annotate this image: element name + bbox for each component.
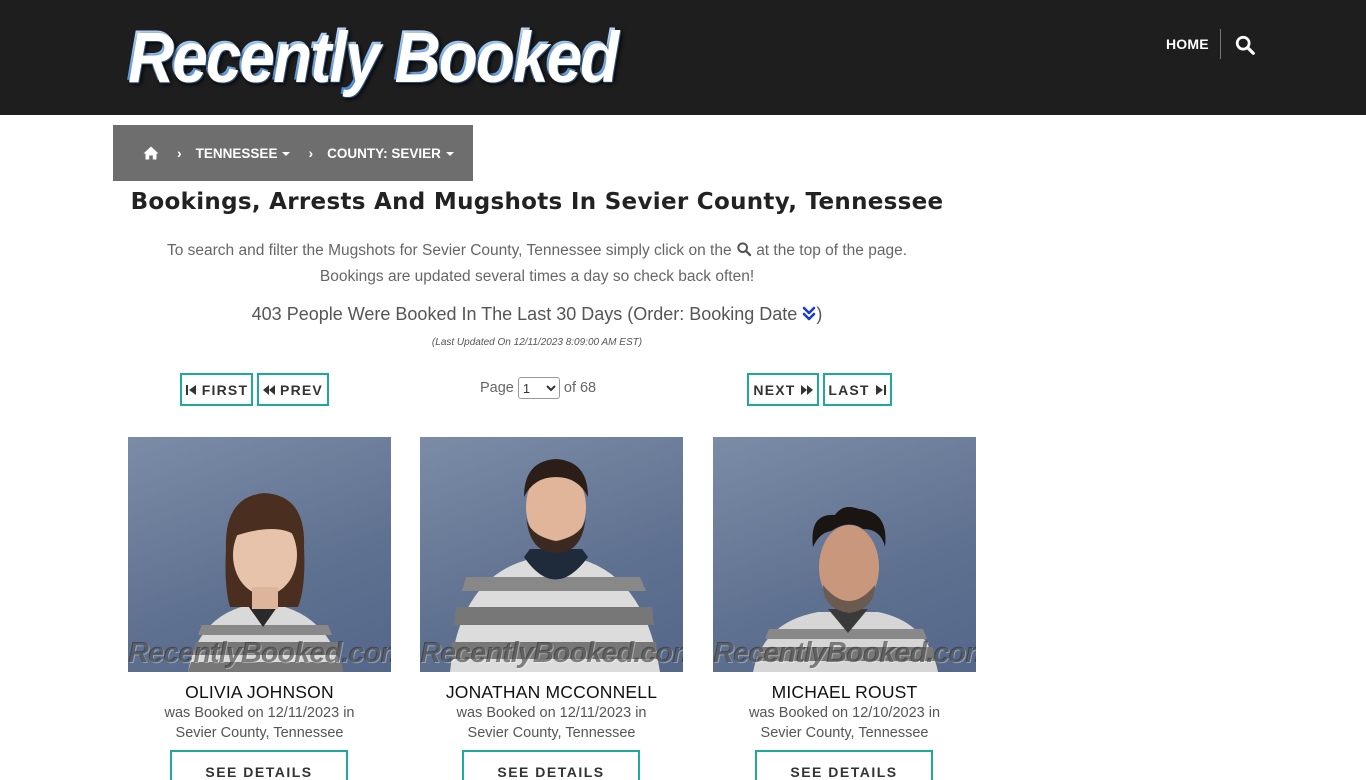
nav-divider [1220, 29, 1221, 59]
page-title: Bookings, Arrests And Mugshots In Sevier… [130, 189, 944, 215]
booking-card[interactable]: RecentlyBooked.com JONATHAN MCCONNELL wa… [420, 437, 683, 780]
prev-page-label: PREV [280, 381, 323, 398]
chevron-right-icon: › [308, 145, 314, 161]
person-name[interactable]: OLIVIA JOHNSON [128, 682, 391, 703]
booking-card[interactable]: RecentlyBooked.com MICHAEL ROUST was Boo… [713, 437, 976, 780]
prev-page-button[interactable]: PREV [257, 373, 329, 406]
intro-line2: Bookings are updated several times a day… [319, 268, 755, 285]
nav-home-link[interactable]: HOME [1166, 36, 1209, 52]
booking-count-text: 403 People Were Booked In The Last 30 Da… [251, 304, 798, 324]
watermark: RecentlyBooked.com [128, 637, 391, 669]
see-details-button[interactable]: SEE DETAILS [170, 750, 348, 780]
see-details-button[interactable]: SEE DETAILS [462, 750, 640, 780]
booking-card[interactable]: RecentlyBooked.com OLIVIA JOHNSON was Bo… [128, 437, 391, 780]
page-select[interactable]: 1 [517, 377, 560, 399]
chevron-right-icon: › [177, 145, 182, 161]
mugshot-photo[interactable]: RecentlyBooked.com [713, 437, 976, 672]
fast-forward-icon [800, 384, 813, 395]
next-page-button[interactable]: NEXT [747, 373, 819, 406]
page-total: of 68 [563, 380, 597, 396]
watermark: RecentlyBooked.com [420, 637, 683, 669]
booking-count-close: ) [816, 304, 823, 324]
breadcrumb-state-label: TENNESSEE [195, 145, 278, 161]
booking-date-text: was Booked on 12/11/2023 in [456, 705, 647, 721]
first-page-label: FIRST [201, 381, 249, 398]
double-chevron-down-icon[interactable] [802, 306, 816, 322]
person-name[interactable]: JONATHAN MCCONNELL [420, 682, 683, 703]
intro-line1-start: To search and filter the Mugshots for Se… [166, 242, 732, 259]
first-page-button[interactable]: FIRST [180, 373, 253, 406]
search-icon [737, 242, 752, 257]
step-forward-icon [875, 384, 886, 395]
next-page-label: NEXT [753, 381, 796, 398]
step-backward-icon [185, 384, 196, 395]
breadcrumb-county-label: COUNTY: SEVIER [327, 145, 441, 161]
logo-text: Recently Booked [126, 14, 617, 98]
caret-down-icon [282, 151, 291, 156]
watermark: RecentlyBooked.com [713, 637, 976, 669]
last-page-label: LAST [828, 381, 870, 398]
breadcrumb: › TENNESSEE › COUNTY: SEVIER [113, 125, 473, 181]
intro-line1-end: at the top of the page. [756, 242, 908, 259]
booking-location-text: Sevier County, Tennessee [467, 725, 636, 741]
mugshot-photo[interactable]: RecentlyBooked.com [128, 437, 391, 672]
booking-count: 403 People Were Booked In The Last 30 Da… [113, 304, 961, 325]
page-selector: Page 1 of 68 [480, 377, 596, 399]
see-details-button[interactable]: SEE DETAILS [755, 750, 933, 780]
booking-location-text: Sevier County, Tennessee [175, 725, 344, 741]
intro-text: To search and filter the Mugshots for Se… [113, 238, 961, 290]
page-label: Page [480, 380, 514, 396]
search-icon[interactable] [1234, 34, 1256, 56]
booking-date-text: was Booked on 12/10/2023 in [748, 705, 941, 721]
mugshot-photo[interactable]: RecentlyBooked.com [420, 437, 683, 672]
booking-location-text: Sevier County, Tennessee [760, 725, 929, 741]
last-page-button[interactable]: LAST [823, 373, 892, 406]
site-header: Recently Booked HOME [0, 0, 1366, 115]
breadcrumb-state-dropdown[interactable]: TENNESSEE [196, 146, 291, 161]
last-updated: (Last Updated On 12/11/2023 8:09:00 AM E… [431, 337, 643, 348]
person-name[interactable]: MICHAEL ROUST [713, 682, 976, 703]
caret-down-icon [445, 151, 454, 156]
breadcrumb-county-dropdown[interactable]: COUNTY: SEVIER [327, 146, 454, 161]
fast-backward-icon [263, 384, 276, 395]
site-logo[interactable]: Recently Booked [126, 15, 617, 96]
booking-date-text: was Booked on 12/11/2023 in [164, 705, 355, 721]
home-icon[interactable] [143, 145, 159, 161]
